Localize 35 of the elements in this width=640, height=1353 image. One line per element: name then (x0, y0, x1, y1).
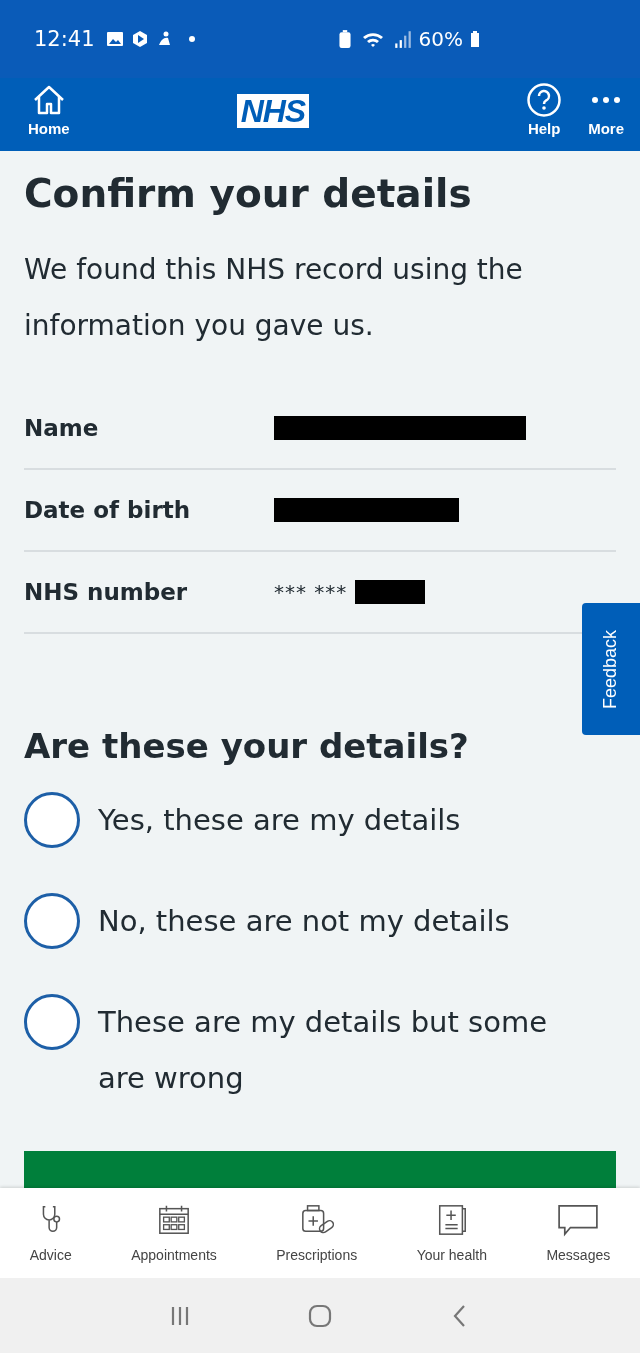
speech-bubble-icon (556, 1203, 601, 1237)
question-heading: Are these your details? (24, 726, 470, 766)
nhs-logo: NHS (236, 94, 310, 128)
detail-label: Date of birth (24, 497, 192, 523)
battery-icon (470, 29, 480, 49)
more-button[interactable]: More (582, 82, 630, 137)
radio-button[interactable] (24, 893, 80, 949)
home-button[interactable]: Home (22, 82, 76, 137)
nav-tab[interactable]: Advice (29, 1203, 72, 1263)
intro-text: We found this NHS record using the information you gave us. (24, 252, 524, 344)
page-title: Confirm your details (24, 171, 473, 216)
feedback-tab[interactable]: Feedback (582, 603, 640, 735)
radio-button[interactable] (24, 994, 80, 1050)
option-label[interactable]: Yes, these are my details (98, 792, 461, 848)
option-label[interactable]: These are my details but some are wrong (98, 994, 576, 1106)
status-time: 12:41 (34, 27, 95, 51)
help-button[interactable]: Help (520, 82, 569, 137)
dot-icon (188, 36, 195, 42)
signal-icon (393, 29, 412, 49)
detail-label: NHS number (24, 579, 189, 605)
radio-button[interactable] (24, 792, 80, 848)
nav-tab[interactable]: Prescriptions (276, 1203, 358, 1263)
option-label[interactable]: No, these are not my details (98, 893, 510, 949)
more-icon (592, 97, 621, 103)
nav-tab[interactable]: Messages (546, 1203, 611, 1263)
nav-tab[interactable]: Appointments (131, 1203, 217, 1263)
play-icon (130, 29, 149, 49)
battery-level: 60% (418, 27, 463, 51)
calendar-icon (157, 1203, 191, 1237)
home-key-icon[interactable] (308, 1303, 332, 1328)
help-icon (526, 82, 563, 118)
detail-label: Name (24, 415, 100, 441)
nav-tab[interactable]: Your health (416, 1203, 487, 1263)
detail-value: *** *** (274, 580, 348, 604)
gallery-icon (105, 29, 124, 49)
